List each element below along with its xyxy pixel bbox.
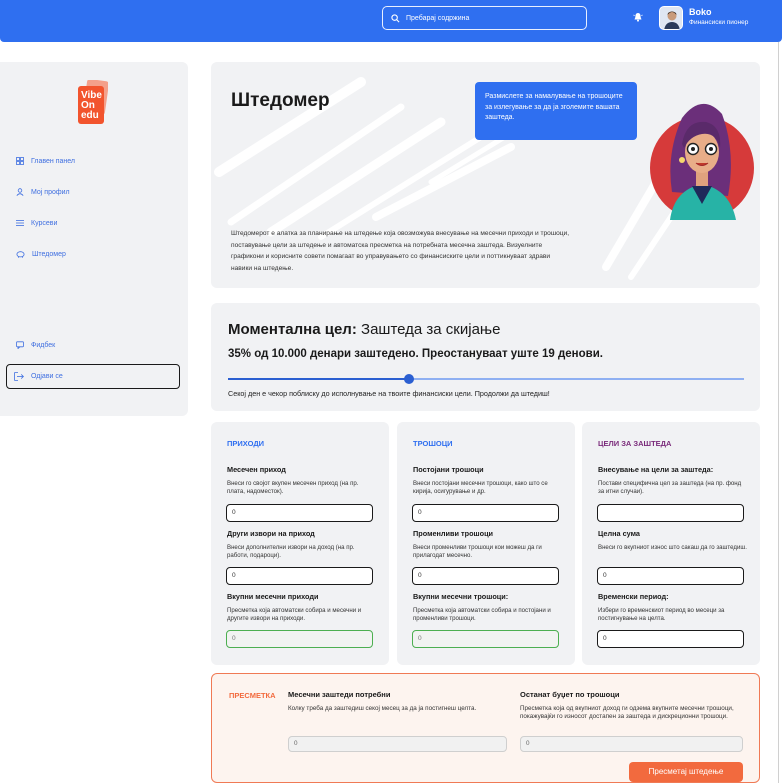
remaining-budget-help: Пресметка која од вкупниот доход ги одзе… xyxy=(520,705,734,720)
goal-entry-input[interactable] xyxy=(597,504,744,522)
monthly-savings-help: Колку треба да заштедиш секој месец за д… xyxy=(288,705,477,712)
feedback-icon xyxy=(16,341,24,349)
list-icon xyxy=(16,220,24,226)
dashboard-icon xyxy=(16,157,24,165)
logout-label: Одјави се xyxy=(31,373,63,380)
goal-motivation: Секој ден е чекор поблиску до исполнувањ… xyxy=(228,389,550,398)
time-period-input[interactable]: 0 xyxy=(597,630,744,648)
sidebar-item-feedback[interactable]: Фидбек xyxy=(16,341,55,349)
sidebar-item-label: Курсеви xyxy=(31,219,58,227)
variable-costs-input[interactable]: 0 xyxy=(412,567,559,585)
monthly-income-help: Внеси го својот вкупен месечен приход (н… xyxy=(227,480,359,495)
notification-bell-icon[interactable] xyxy=(633,12,643,22)
user-role: Финансиски пионер xyxy=(689,19,749,26)
goal-title: Моментална цел: Заштеда за скијање xyxy=(228,321,500,338)
variable-costs-help: Внеси променливи трошоци кои можеш да ги… xyxy=(413,544,542,559)
tip-bubble: Размислете за намалување на трошоците за… xyxy=(475,82,637,140)
time-period-label: Временски период: xyxy=(598,592,669,601)
calculation-tag: ПРЕСМЕТКА xyxy=(229,691,276,700)
monthly-savings-label: Месечни заштеди потребни xyxy=(288,690,391,699)
goal-title-value: Заштеда за скијање xyxy=(356,321,501,338)
character-illustration xyxy=(650,103,754,220)
tool-description: Штедомерот е алатка за планирање на штед… xyxy=(231,230,570,272)
goal-status: 35% од 10.000 денари заштедено. Преостан… xyxy=(228,348,603,360)
savings-goals-heading: ЦЕЛИ ЗА ЗАШТЕДА xyxy=(598,439,672,448)
savings-goals-card: ЦЕЛИ ЗА ЗАШТЕДА Внесување на цели за заш… xyxy=(582,422,760,665)
sidebar-item-savings-meter[interactable]: Штедомер xyxy=(16,250,66,258)
total-income-output: 0 xyxy=(226,630,373,648)
fixed-costs-input[interactable]: 0 xyxy=(412,504,559,522)
total-costs-output: 0 xyxy=(412,630,559,648)
user-name: Boko xyxy=(689,7,712,17)
search-placeholder: Пребарај содржина xyxy=(406,14,470,22)
sidebar-item-label: Штедомер xyxy=(32,250,66,258)
vibe-on-edu-logo: Vibe On edu xyxy=(78,80,108,124)
sidebar: Vibe On edu Главен панел Мој профил Курс… xyxy=(0,62,188,416)
income-card: ПРИХОДИ Месечен приход Внеси го својот в… xyxy=(211,422,389,665)
page-title: Штедомер xyxy=(231,90,330,111)
sidebar-feedback-label: Фидбек xyxy=(31,341,56,349)
current-goal-card: Моментална цел: Заштеда за скијање 35% о… xyxy=(211,303,760,411)
other-income-label: Други извори на приход xyxy=(227,529,315,538)
time-period-help: Избери го временскиот период во месеци з… xyxy=(598,607,725,622)
logout-button[interactable]: Одјави се xyxy=(6,364,180,389)
logout-icon xyxy=(14,372,24,381)
remaining-budget-label: Останат буџет по трошоци xyxy=(520,690,620,699)
other-income-input[interactable]: 0 xyxy=(226,567,373,585)
goal-title-label: Моментална цел: xyxy=(228,321,357,338)
total-costs-label: Вкупни месечни трошоци: xyxy=(413,592,509,601)
costs-card: ТРОШОЦИ Постојани трошоци Внеси постојан… xyxy=(397,422,575,665)
monthly-savings-output: 0 xyxy=(288,736,507,752)
sidebar-item-profile[interactable]: Мој профил xyxy=(16,188,70,196)
target-amount-input[interactable]: 0 xyxy=(597,567,744,585)
goal-entry-label: Внесување на цели за заштеда: xyxy=(598,465,714,474)
costs-heading: ТРОШОЦИ xyxy=(413,439,453,448)
income-heading: ПРИХОДИ xyxy=(227,439,265,448)
progress-fill xyxy=(228,378,409,380)
sidebar-item-courses[interactable]: Курсеви xyxy=(16,219,57,227)
total-income-label: Вкупни месечни приходи xyxy=(227,592,319,601)
slider-thumb[interactable] xyxy=(403,374,414,384)
piggy-bank-icon xyxy=(16,251,25,258)
sidebar-item-label: Главен панел xyxy=(31,157,76,165)
total-income-help: Пресметка која автоматски собира и месеч… xyxy=(227,607,362,622)
target-amount-help: Внеси го вкупниот износ што сакаш да го … xyxy=(598,544,747,551)
avatar[interactable] xyxy=(659,6,683,30)
sidebar-item-dashboard[interactable]: Главен панел xyxy=(16,157,75,165)
calculation-section: ПРЕСМЕТКА Месечни заштеди потребни Колку… xyxy=(211,673,760,783)
variable-costs-label: Променливи трошоци xyxy=(413,529,494,538)
other-income-help: Внеси дополнителни извори на доход (на п… xyxy=(227,544,355,559)
goal-entry-help: Постави специфична цел за заштеда (на пр… xyxy=(598,480,742,495)
monthly-income-label: Месечен приход xyxy=(227,465,286,474)
svg-text:edu: edu xyxy=(81,110,99,121)
scrollbar[interactable] xyxy=(778,42,782,783)
top-bar: Пребарај содржина Boko Финансиски пионер xyxy=(0,0,782,42)
sidebar-item-label: Мој профил xyxy=(31,188,70,196)
avatar-image-icon xyxy=(660,7,682,29)
user-icon xyxy=(16,188,24,196)
search-icon xyxy=(391,13,400,22)
monthly-income-input[interactable]: 0 xyxy=(226,504,373,522)
fixed-costs-help: Внеси постојани месечни трошоци, како шт… xyxy=(413,480,548,495)
calculate-savings-button[interactable]: Пресметај штедење xyxy=(629,762,743,782)
fixed-costs-label: Постојани трошоци xyxy=(413,465,484,474)
remaining-budget-output: 0 xyxy=(520,736,743,752)
target-amount-label: Целна сума xyxy=(598,529,640,538)
search-input[interactable]: Пребарај содржина xyxy=(382,6,587,30)
goal-progress-slider[interactable] xyxy=(228,374,744,384)
total-costs-help: Пресметка која автоматски собира и посто… xyxy=(413,607,551,622)
hero-card: Штедомер Размислете за намалување на тро… xyxy=(211,62,760,288)
